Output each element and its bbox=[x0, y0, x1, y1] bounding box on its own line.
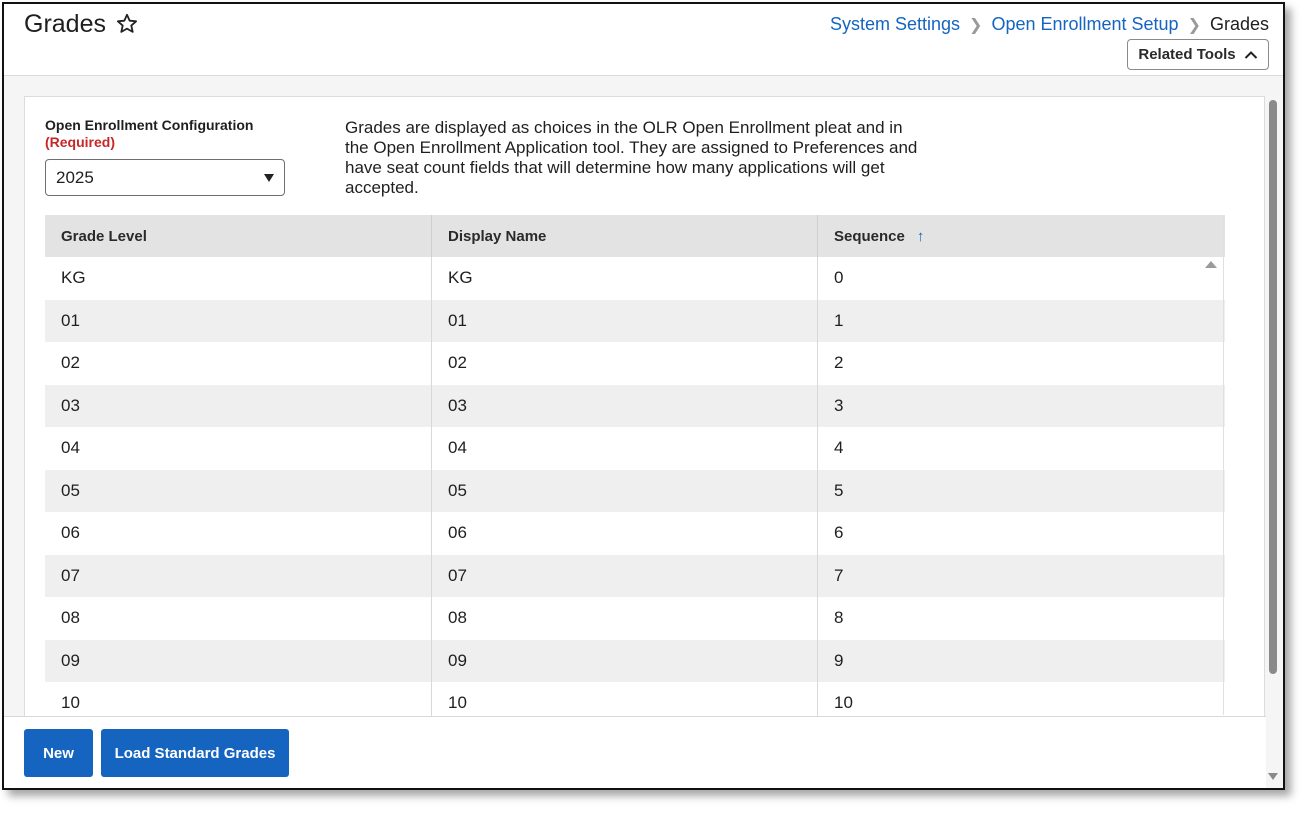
table-row[interactable]: 05 05 5 bbox=[45, 469, 1225, 512]
cell-sequence: 8 bbox=[834, 608, 844, 628]
breadcrumb-current: Grades bbox=[1209, 14, 1269, 34]
table-row[interactable]: 07 07 7 bbox=[45, 554, 1225, 597]
table-row[interactable]: 01 01 1 bbox=[45, 299, 1225, 342]
table-row[interactable]: 04 04 4 bbox=[45, 427, 1225, 470]
configuration-select[interactable]: 2025 bbox=[45, 159, 285, 196]
chevron-right-icon: ❯ bbox=[1187, 16, 1201, 34]
cell-sequence: 2 bbox=[834, 353, 844, 373]
cell-grade-level: 06 bbox=[45, 512, 432, 555]
table-row[interactable]: KG KG 0 bbox=[45, 257, 1225, 300]
column-header-sequence[interactable]: Sequence ↑ bbox=[818, 215, 1203, 257]
cell-display-name: 04 bbox=[432, 427, 818, 470]
new-button[interactable]: New bbox=[24, 729, 93, 777]
dropdown-caret-icon bbox=[264, 174, 274, 182]
content-panel: Open Enrollment Configuration (Required)… bbox=[24, 96, 1265, 788]
page-title: Grades bbox=[24, 10, 106, 38]
cell-sequence: 0 bbox=[834, 268, 844, 288]
table-scroll-up-arrow-icon[interactable] bbox=[1205, 261, 1217, 268]
table-row[interactable]: 09 09 9 bbox=[45, 639, 1225, 682]
cell-grade-level: 01 bbox=[45, 299, 432, 342]
cell-display-name: 05 bbox=[432, 469, 818, 512]
cell-display-name: 03 bbox=[432, 384, 818, 427]
cell-display-name: 07 bbox=[432, 554, 818, 597]
cell-sequence: 7 bbox=[834, 565, 844, 585]
related-tools-label: Related Tools bbox=[1138, 46, 1236, 63]
cell-display-name: 06 bbox=[432, 512, 818, 555]
cell-sequence: 9 bbox=[834, 650, 844, 670]
scrollbar-thumb[interactable] bbox=[1269, 100, 1277, 674]
table-row[interactable]: 03 03 3 bbox=[45, 384, 1225, 427]
cell-grade-level: 07 bbox=[45, 554, 432, 597]
table-row[interactable]: 08 08 8 bbox=[45, 597, 1225, 640]
table-row[interactable]: 06 06 6 bbox=[45, 512, 1225, 555]
table-body: KG KG 0 01 01 1 02 02 2 03 03 3 04 04 4 … bbox=[45, 257, 1225, 743]
configuration-select-value: 2025 bbox=[56, 167, 94, 187]
sort-ascending-icon: ↑ bbox=[916, 227, 925, 245]
cell-grade-level: 05 bbox=[45, 469, 432, 512]
cell-sequence: 5 bbox=[834, 480, 844, 500]
app-window: Grades System Settings ❯ Open Enrollment… bbox=[2, 2, 1285, 790]
cell-display-name: 01 bbox=[432, 299, 818, 342]
cell-display-name: KG bbox=[432, 257, 818, 300]
breadcrumb-system-settings[interactable]: System Settings bbox=[830, 14, 960, 35]
table-scroll-track bbox=[1223, 215, 1224, 715]
cell-grade-level: KG bbox=[45, 257, 432, 300]
table-header: Grade Level Display Name Sequence ↑ bbox=[45, 215, 1225, 257]
breadcrumb: System Settings ❯ Open Enrollment Setup … bbox=[830, 14, 1269, 35]
config-label: Open Enrollment Configuration bbox=[45, 117, 254, 133]
cell-grade-level: 03 bbox=[45, 384, 432, 427]
favorite-star-icon[interactable] bbox=[115, 12, 139, 36]
chevron-right-icon: ❯ bbox=[969, 16, 983, 34]
cell-sequence: 3 bbox=[834, 395, 844, 415]
page-header: Grades System Settings ❯ Open Enrollment… bbox=[4, 4, 1283, 76]
cell-sequence: 4 bbox=[834, 438, 844, 458]
related-tools-button[interactable]: Related Tools bbox=[1127, 39, 1269, 70]
cell-grade-level: 04 bbox=[45, 427, 432, 470]
column-header-display-name[interactable]: Display Name bbox=[432, 215, 818, 257]
cell-grade-level: 02 bbox=[45, 342, 432, 385]
cell-sequence: 6 bbox=[834, 523, 844, 543]
chevron-up-icon bbox=[1244, 50, 1257, 59]
cell-display-name: 02 bbox=[432, 342, 818, 385]
required-label: (Required) bbox=[45, 134, 115, 150]
cell-grade-level: 09 bbox=[45, 639, 432, 682]
scroll-down-arrow-icon[interactable] bbox=[1268, 773, 1278, 780]
cell-display-name: 09 bbox=[432, 639, 818, 682]
table-row[interactable]: 02 02 2 bbox=[45, 342, 1225, 385]
description-text: Grades are displayed as choices in the O… bbox=[345, 118, 918, 197]
cell-grade-level: 08 bbox=[45, 597, 432, 640]
grades-table: Grade Level Display Name Sequence ↑ KG K… bbox=[45, 215, 1225, 743]
cell-display-name: 08 bbox=[432, 597, 818, 640]
page-scrollbar[interactable] bbox=[1266, 96, 1280, 788]
breadcrumb-open-enrollment-setup[interactable]: Open Enrollment Setup bbox=[991, 14, 1178, 35]
action-bar: New Load Standard Grades bbox=[4, 716, 1266, 788]
column-header-grade-level[interactable]: Grade Level bbox=[45, 215, 432, 257]
cell-sequence: 1 bbox=[834, 310, 844, 330]
load-standard-grades-button[interactable]: Load Standard Grades bbox=[101, 729, 289, 777]
